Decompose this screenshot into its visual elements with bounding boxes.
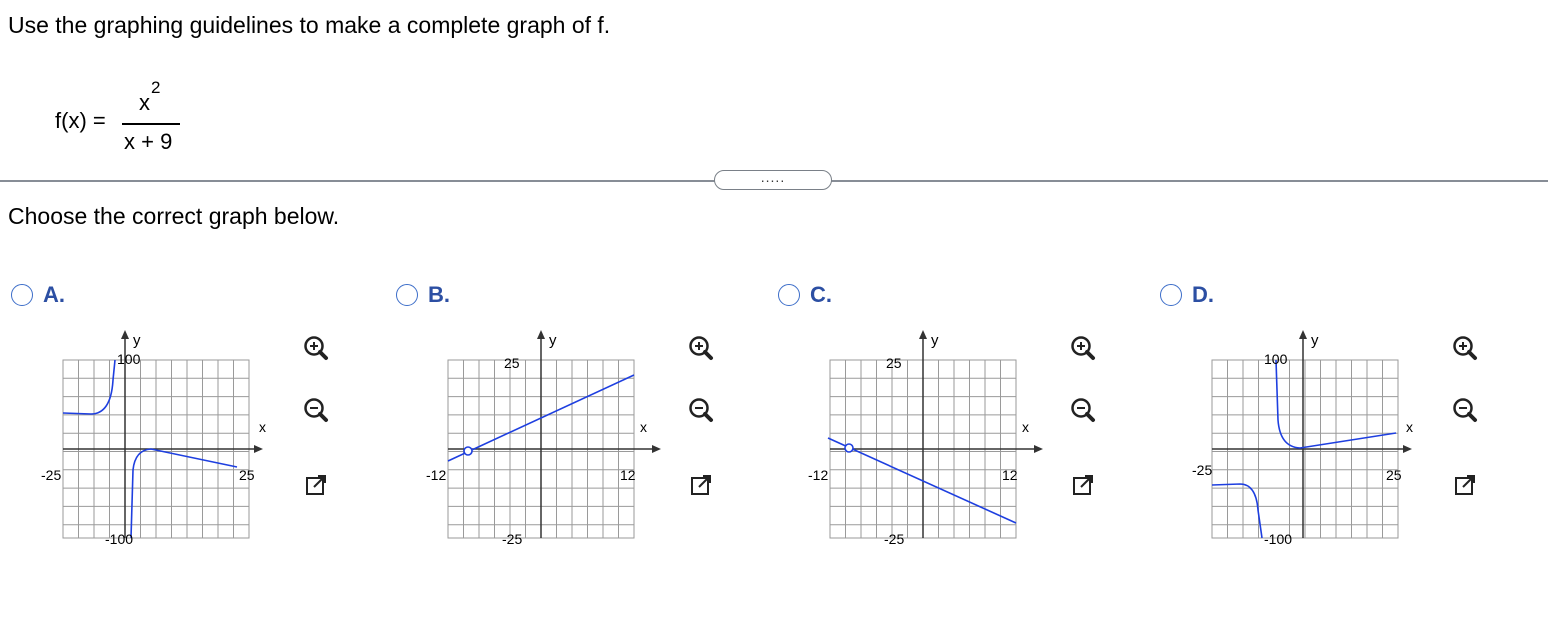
option-b-radio[interactable]	[396, 284, 418, 306]
option-c-label: C.	[810, 282, 832, 307]
option-b[interactable]: B. 25 -25 -12 12 x y	[396, 280, 776, 550]
function-definition: f(x) = x2 x + 9	[55, 78, 215, 158]
x-axis-label: x	[640, 419, 647, 435]
numerator-base: x	[139, 90, 150, 115]
x-tick-left: -25	[1192, 462, 1212, 478]
option-d[interactable]: D. 100 -100 -25 25 x y	[1160, 280, 1540, 550]
zoom-out-icon[interactable]	[1448, 394, 1482, 428]
x-tick-right: 25	[1386, 467, 1402, 483]
option-d-graph[interactable]: 100 -100 -25 25 x y	[1160, 320, 1440, 560]
instruction-text: Use the graphing guidelines to make a co…	[8, 12, 611, 38]
y-tick-top: 100	[117, 351, 141, 367]
option-c-graph[interactable]: 25 -25 -12 12 x y	[778, 320, 1058, 560]
y-tick-top: 100	[1264, 351, 1288, 367]
x-axis-arrow	[254, 445, 263, 453]
popout-icon[interactable]	[684, 468, 718, 502]
x-tick-right: 12	[1002, 467, 1018, 483]
curve-left-branch	[62, 359, 116, 415]
option-d-label: D.	[1192, 282, 1214, 307]
prompt-text: Choose the correct graph below.	[8, 203, 340, 229]
zoom-in-icon[interactable]	[684, 332, 718, 366]
option-a-radio[interactable]	[11, 284, 33, 306]
x-tick-left: -25	[41, 467, 61, 483]
x-tick-left: -12	[808, 467, 828, 483]
numerator-exponent: 2	[151, 78, 161, 97]
zoom-in-icon[interactable]	[299, 332, 333, 366]
popout-icon[interactable]	[299, 468, 333, 502]
x-axis-label: x	[1022, 419, 1029, 435]
y-tick-bottom: -25	[884, 531, 904, 547]
line-graph	[827, 437, 1017, 524]
y-axis-label: y	[931, 332, 939, 349]
fraction-bar	[122, 123, 180, 125]
y-axis-label: y	[133, 332, 141, 349]
y-axis-label: y	[549, 332, 557, 349]
option-a-label: A.	[43, 282, 65, 307]
zoom-out-icon[interactable]	[684, 394, 718, 428]
x-tick-right: 12	[620, 467, 636, 483]
option-b-graph[interactable]: 25 -25 -12 12 x y	[396, 320, 676, 560]
hole-marker	[844, 443, 854, 453]
option-a[interactable]: A. 100 -100 -25 25 x y	[11, 280, 391, 550]
zoom-out-icon[interactable]	[1066, 394, 1100, 428]
y-axis-arrow	[919, 330, 927, 339]
x-axis-label: x	[1406, 419, 1413, 435]
x-axis-label: x	[259, 419, 266, 435]
function-denominator: x + 9	[124, 129, 173, 154]
function-numerator: x2	[139, 78, 160, 116]
x-axis-arrow	[1403, 445, 1412, 453]
popout-icon[interactable]	[1448, 468, 1482, 502]
hole-marker	[463, 446, 473, 456]
y-axis-label: y	[1311, 332, 1319, 349]
y-axis-arrow	[537, 330, 545, 339]
y-axis-arrow	[121, 330, 129, 339]
option-b-label: B.	[428, 282, 450, 307]
y-tick-bottom: -100	[105, 531, 133, 547]
y-axis-arrow	[1299, 330, 1307, 339]
popout-icon[interactable]	[1066, 468, 1100, 502]
option-a-graph[interactable]: 100 -100 -25 25 x y	[11, 320, 291, 560]
x-axis-arrow	[652, 445, 661, 453]
x-tick-left: -12	[426, 467, 446, 483]
y-tick-bottom: -25	[502, 531, 522, 547]
x-tick-right: 25	[239, 467, 255, 483]
zoom-in-icon[interactable]	[1066, 332, 1100, 366]
zoom-out-icon[interactable]	[299, 394, 333, 428]
y-tick-top: 25	[886, 355, 902, 371]
expand-more-button[interactable]: .....	[714, 170, 832, 190]
function-lhs: f(x) =	[55, 108, 106, 133]
y-tick-top: 25	[504, 355, 520, 371]
curve-left-branch	[1211, 483, 1263, 539]
zoom-in-icon[interactable]	[1448, 332, 1482, 366]
option-d-radio[interactable]	[1160, 284, 1182, 306]
option-c[interactable]: C. 25 -25 -12 12 x y	[778, 280, 1158, 550]
y-tick-bottom: -100	[1264, 531, 1292, 547]
x-axis-arrow	[1034, 445, 1043, 453]
option-c-radio[interactable]	[778, 284, 800, 306]
